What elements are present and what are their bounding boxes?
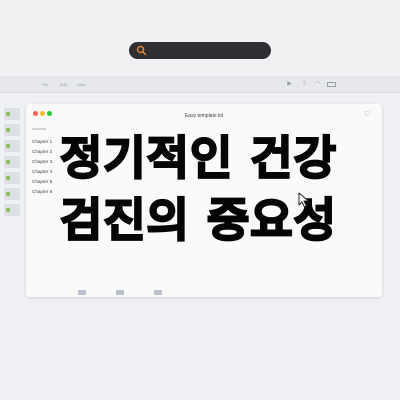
app-icon — [6, 176, 10, 180]
folder-icon[interactable] — [78, 290, 86, 295]
cursor-icon — [298, 192, 309, 208]
dock-item[interactable] — [4, 124, 20, 136]
sidebar-item-chapter-2[interactable]: Chapter 2 — [32, 149, 52, 154]
headline-line-1: 정기적인 건강 — [59, 131, 337, 185]
sidebar-item-chapter-4[interactable]: Chapter 4 — [32, 169, 52, 174]
left-dock — [4, 108, 22, 220]
bluetooth-icon[interactable]: ᛒ — [301, 81, 308, 88]
sidebar-item-chapter-5[interactable]: Chapter 5 — [32, 179, 52, 184]
dock-item[interactable] — [4, 140, 20, 152]
sidebar-header — [32, 128, 46, 130]
headline-line-2: 검진의 중요성 — [59, 193, 337, 247]
menu-item-file[interactable]: File — [42, 82, 48, 87]
dock-item[interactable] — [4, 204, 20, 216]
search-bar[interactable] — [129, 42, 271, 59]
folder-icon[interactable] — [116, 290, 124, 295]
dock-item[interactable] — [4, 108, 20, 120]
menu-item-view[interactable]: View — [77, 82, 86, 87]
dock-item[interactable] — [4, 156, 20, 168]
battery-icon[interactable] — [327, 82, 336, 87]
folder-icon[interactable] — [154, 290, 162, 295]
window-title: Easy template kit — [184, 113, 224, 119]
menu-bar: File Edit View ▶ ᛒ ◠ — [0, 76, 400, 93]
wifi-icon[interactable]: ◠ — [314, 81, 321, 88]
status-tray: ▶ ᛒ ◠ — [286, 80, 336, 89]
dock-item[interactable] — [4, 172, 20, 184]
play-icon[interactable]: ▶ — [286, 81, 293, 88]
sidebar-item-chapter-1[interactable]: Chapter 1 — [32, 139, 52, 144]
app-icon — [6, 112, 10, 116]
menu-item-edit[interactable]: Edit — [60, 82, 67, 87]
app-icon — [6, 128, 10, 132]
dock-item[interactable] — [4, 188, 20, 200]
app-icon — [6, 208, 10, 212]
sidebar-item-chapter-6[interactable]: Chapter 6 — [32, 189, 52, 194]
app-icon — [6, 192, 10, 196]
search-icon — [136, 45, 147, 56]
sidebar-item-chapter-3[interactable]: Chapter 3 — [32, 159, 52, 164]
chapter-sidebar: Chapter 1 Chapter 2 Chapter 3 Chapter 4 … — [26, 122, 58, 297]
sidebar-toggle-icon[interactable]: ▢ — [364, 110, 370, 117]
app-icon — [6, 160, 10, 164]
app-icon — [6, 144, 10, 148]
